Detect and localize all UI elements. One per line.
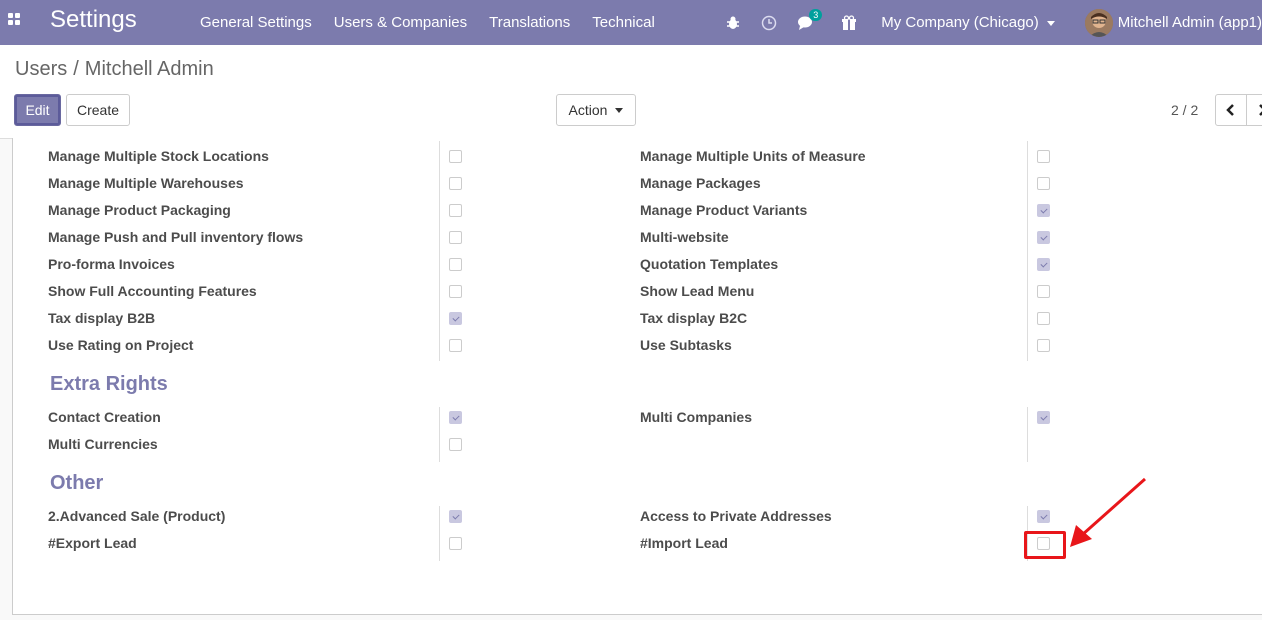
- field-label: 2.Advanced Sale (Product): [48, 508, 226, 524]
- checkbox-manage-product-packaging[interactable]: [449, 204, 462, 217]
- field-label: Manage Push and Pull inventory flows: [48, 229, 304, 245]
- action-label: Action: [568, 102, 608, 118]
- gift-icon[interactable]: [841, 14, 857, 31]
- create-button[interactable]: Create: [66, 94, 130, 126]
- bug-icon[interactable]: [725, 15, 741, 31]
- checkbox-manage-packages[interactable]: [1037, 177, 1050, 190]
- breadcrumb-users-link[interactable]: Users: [15, 58, 67, 80]
- field-label: #Import Lead: [640, 535, 728, 551]
- section-title-other: Other: [50, 472, 104, 494]
- checkbox-multi-companies[interactable]: [1037, 411, 1050, 424]
- field-label: Use Rating on Project: [48, 337, 194, 353]
- messages-icon[interactable]: 3: [797, 8, 823, 31]
- field-label: Multi Companies: [640, 409, 753, 425]
- breadcrumb-current: Mitchell Admin: [84, 58, 214, 80]
- checkbox-multi-currencies[interactable]: [449, 438, 462, 451]
- breadcrumb-separator: /: [73, 58, 79, 80]
- menu-general-settings[interactable]: General Settings: [200, 14, 312, 31]
- field-label: Multi-website: [640, 229, 729, 245]
- messages-badge: 3: [809, 8, 823, 21]
- field-label: Use Subtasks: [640, 337, 732, 353]
- annotation-arrow-icon: [1070, 477, 1146, 547]
- action-dropdown[interactable]: Action: [556, 94, 636, 126]
- checkbox-export-lead[interactable]: [449, 537, 462, 550]
- apps-menu-icon[interactable]: [8, 13, 21, 26]
- field-label: Tax display B2B: [48, 310, 156, 326]
- menu-technical[interactable]: Technical: [592, 14, 655, 31]
- column-divider: [439, 141, 440, 361]
- field-label: Manage Multiple Stock Locations: [48, 148, 269, 164]
- menu-translations[interactable]: Translations: [489, 14, 570, 31]
- checkbox-show-full-accounting[interactable]: [449, 285, 462, 298]
- field-label: Quotation Templates: [640, 256, 779, 272]
- checkbox-manage-multiple-warehouses[interactable]: [449, 177, 462, 190]
- column-divider: [439, 506, 440, 561]
- caret-down-icon: [615, 107, 624, 113]
- checkbox-multi-website[interactable]: [1037, 231, 1050, 244]
- checkbox-pro-forma-invoices[interactable]: [449, 258, 462, 271]
- breadcrumb: Users / Mitchell Admin: [15, 58, 214, 81]
- field-label: Access to Private Addresses: [640, 508, 832, 524]
- checkbox-access-private-addresses[interactable]: [1037, 510, 1050, 523]
- field-label: Manage Packages: [640, 175, 761, 191]
- checkbox-manage-product-variants[interactable]: [1037, 204, 1050, 217]
- checkbox-tax-display-b2b[interactable]: [449, 312, 462, 325]
- checkbox-quotation-templates[interactable]: [1037, 258, 1050, 271]
- pager-next-button[interactable]: [1246, 94, 1262, 126]
- chevron-down-icon: [1046, 20, 1055, 26]
- field-label: Show Full Accounting Features: [48, 283, 257, 299]
- column-divider: [439, 407, 440, 462]
- checkbox-advanced-sale-product[interactable]: [449, 510, 462, 523]
- field-label: Manage Multiple Warehouses: [48, 175, 244, 191]
- chevron-left-icon: [1226, 104, 1234, 116]
- field-label: Pro-forma Invoices: [48, 256, 175, 272]
- field-label: Manage Product Variants: [640, 202, 808, 218]
- systray: 3 My Company (Chicago) Mitchell Admin (a…: [715, 0, 1262, 45]
- edit-button[interactable]: Edit: [14, 94, 61, 126]
- field-label: #Export Lead: [48, 535, 137, 551]
- section-title-extra-rights: Extra Rights: [50, 373, 168, 395]
- company-switcher[interactable]: My Company (Chicago): [881, 14, 1055, 31]
- field-label: Tax display B2C: [640, 310, 748, 326]
- checkbox-show-lead-menu[interactable]: [1037, 285, 1050, 298]
- field-label: Show Lead Menu: [640, 283, 755, 299]
- checkbox-tax-display-b2c[interactable]: [1037, 312, 1050, 325]
- checkbox-contact-creation[interactable]: [449, 411, 462, 424]
- checkbox-manage-multiple-stock-locations[interactable]: [449, 150, 462, 163]
- field-label: Contact Creation: [48, 409, 161, 425]
- app-title: Settings: [50, 6, 137, 33]
- checkbox-use-rating-on-project[interactable]: [449, 339, 462, 352]
- user-menu[interactable]: Mitchell Admin (app1): [1118, 14, 1262, 31]
- activity-clock-icon[interactable]: [761, 15, 777, 31]
- column-divider: [1027, 141, 1028, 361]
- main-menu: General Settings Users & Companies Trans…: [200, 0, 677, 45]
- field-label: Multi Currencies: [48, 436, 158, 452]
- checkbox-use-subtasks[interactable]: [1037, 339, 1050, 352]
- checkbox-manage-push-pull-flows[interactable]: [449, 231, 462, 244]
- pager-value[interactable]: 2 / 2: [1171, 102, 1198, 118]
- chevron-right-icon: [1259, 104, 1262, 116]
- field-label: Manage Product Packaging: [48, 202, 231, 218]
- pager-previous-button[interactable]: [1215, 94, 1247, 126]
- top-navbar: Settings General Settings Users & Compan…: [0, 0, 1262, 45]
- checkbox-multiple-units-of-measure[interactable]: [1037, 150, 1050, 163]
- column-divider: [1027, 407, 1028, 462]
- company-name: My Company (Chicago): [881, 14, 1039, 31]
- menu-users-companies[interactable]: Users & Companies: [334, 14, 467, 31]
- field-label: Manage Multiple Units of Measure: [640, 148, 866, 164]
- avatar[interactable]: [1084, 8, 1113, 37]
